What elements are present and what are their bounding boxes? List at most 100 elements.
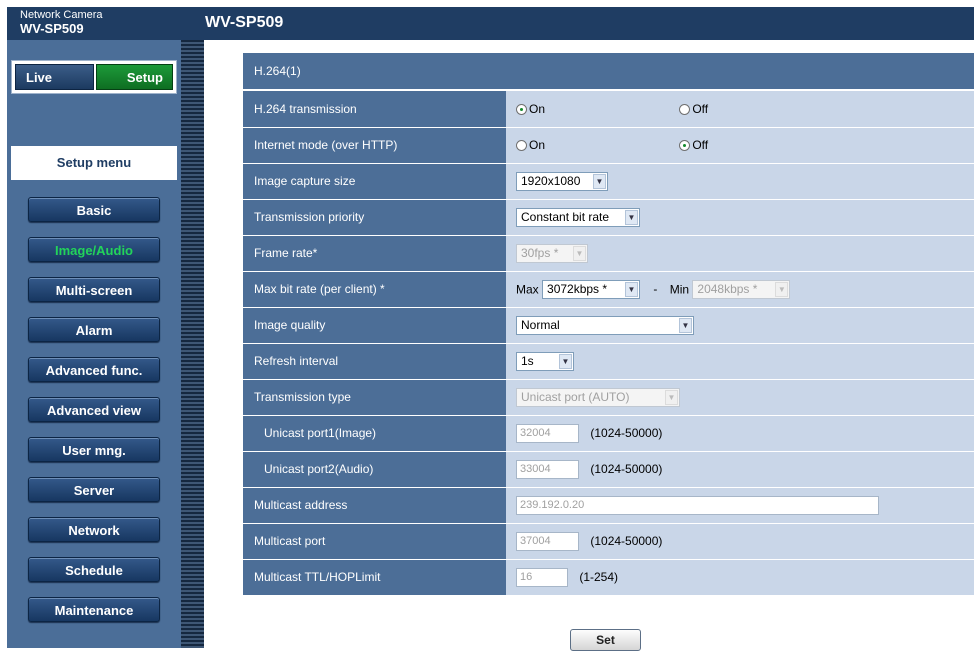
internet-mode-on-radio[interactable]: On bbox=[516, 138, 676, 152]
unicast-port2-input[interactable]: 33004 bbox=[516, 459, 579, 479]
row-value: 239.192.0.20 bbox=[506, 487, 974, 524]
row-label: Transmission priority bbox=[243, 199, 506, 236]
min-label: Min bbox=[669, 282, 690, 296]
menu-image-audio-button[interactable]: Image/Audio bbox=[28, 237, 160, 262]
settings-table: H.264 transmission On Off Internet mode … bbox=[243, 91, 974, 596]
chevron-down-icon: ▼ bbox=[665, 389, 678, 405]
range-hint: (1024-50000) bbox=[590, 462, 663, 476]
radio-checked-icon bbox=[516, 104, 527, 116]
mode-switch: Live Setup bbox=[11, 60, 177, 94]
row-value: 37004 (1024-50000) bbox=[506, 523, 974, 560]
menu-network-button[interactable]: Network bbox=[28, 517, 160, 542]
table-row: Unicast port2(Audio) 33004 (1024-50000) bbox=[243, 451, 974, 488]
table-row: H.264 transmission On Off bbox=[243, 91, 974, 128]
table-row: Unicast port1(Image) 32004 (1024-50000) bbox=[243, 415, 974, 452]
row-value: 1s ▼ bbox=[506, 343, 974, 380]
radio-unchecked-icon bbox=[516, 140, 527, 152]
brand-model: WV-SP509 bbox=[20, 21, 84, 36]
row-value: Normal ▼ bbox=[506, 307, 974, 344]
row-label: Transmission type bbox=[243, 379, 506, 416]
h264-on-radio[interactable]: On bbox=[516, 102, 676, 116]
table-row: Transmission priority Constant bit rate … bbox=[243, 199, 974, 236]
gutter bbox=[204, 40, 213, 648]
menu-server-button[interactable]: Server bbox=[28, 477, 160, 502]
max-label: Max bbox=[516, 282, 539, 296]
menu-basic-button[interactable]: Basic bbox=[28, 197, 160, 222]
setup-button[interactable]: Setup bbox=[96, 64, 173, 90]
chevron-down-icon: ▼ bbox=[573, 245, 586, 261]
row-label: Image quality bbox=[243, 307, 506, 344]
max-bit-rate-select[interactable]: 3072kbps * ▼ bbox=[542, 279, 641, 299]
h264-off-radio[interactable]: Off bbox=[679, 102, 708, 116]
row-value: 30fps * ▼ bbox=[506, 235, 974, 272]
row-value: On Off bbox=[506, 127, 974, 164]
refresh-interval-select[interactable]: 1s ▼ bbox=[516, 351, 574, 371]
table-row: Multicast TTL/HOPLimit 16 (1-254) bbox=[243, 559, 974, 596]
table-row: Multicast port 37004 (1024-50000) bbox=[243, 523, 974, 560]
transmission-priority-select[interactable]: Constant bit rate ▼ bbox=[516, 207, 640, 227]
row-value: 33004 (1024-50000) bbox=[506, 451, 974, 488]
row-value: Constant bit rate ▼ bbox=[506, 199, 974, 236]
row-label: Unicast port2(Audio) bbox=[243, 451, 506, 488]
page-title: WV-SP509 bbox=[205, 14, 284, 31]
setup-menu-heading: Setup menu bbox=[11, 146, 177, 180]
live-button[interactable]: Live bbox=[15, 64, 94, 90]
row-label: Refresh interval bbox=[243, 343, 506, 380]
menu-user-mng-button[interactable]: User mng. bbox=[28, 437, 160, 462]
row-label: Multicast address bbox=[243, 487, 506, 524]
row-value: 16 (1-254) bbox=[506, 559, 974, 596]
row-label: Multicast port bbox=[243, 523, 506, 560]
main-panel: H.264(1) H.264 transmission On Off Inter… bbox=[213, 40, 974, 651]
row-label: Internet mode (over HTTP) bbox=[243, 127, 506, 164]
frame-rate-select: 30fps * ▼ bbox=[516, 243, 588, 263]
internet-mode-off-radio[interactable]: Off bbox=[679, 138, 708, 152]
table-row: Multicast address 239.192.0.20 bbox=[243, 487, 974, 524]
radio-checked-icon bbox=[679, 140, 691, 152]
section-header: H.264(1) bbox=[243, 53, 974, 89]
chevron-down-icon: ▼ bbox=[625, 209, 638, 225]
table-row: Transmission type Unicast port (AUTO) ▼ bbox=[243, 379, 974, 416]
table-row: Image capture size 1920x1080 ▼ bbox=[243, 163, 974, 200]
image-quality-select[interactable]: Normal ▼ bbox=[516, 315, 694, 335]
menu-advanced-func-button[interactable]: Advanced func. bbox=[28, 357, 160, 382]
range-hint: (1024-50000) bbox=[590, 534, 663, 548]
transmission-type-select: Unicast port (AUTO) ▼ bbox=[516, 387, 680, 407]
brand-caption: Network Camera bbox=[20, 9, 103, 21]
chevron-down-icon: ▼ bbox=[593, 173, 606, 189]
range-hint: (1024-50000) bbox=[590, 426, 663, 440]
row-value: 32004 (1024-50000) bbox=[506, 415, 974, 452]
chevron-down-icon: ▼ bbox=[775, 281, 789, 297]
row-label: Frame rate* bbox=[243, 235, 506, 272]
unicast-port1-input[interactable]: 32004 bbox=[516, 423, 579, 443]
row-value: On Off bbox=[506, 91, 974, 128]
menu-alarm-button[interactable]: Alarm bbox=[28, 317, 160, 342]
top-header: Network Camera WV-SP509 WV-SP509 bbox=[7, 7, 974, 40]
image-capture-size-select[interactable]: 1920x1080 ▼ bbox=[516, 171, 608, 191]
multicast-address-input[interactable]: 239.192.0.20 bbox=[516, 495, 879, 515]
radio-unchecked-icon bbox=[679, 104, 691, 116]
chevron-down-icon: ▼ bbox=[559, 353, 572, 369]
menu-multi-screen-button[interactable]: Multi-screen bbox=[28, 277, 160, 302]
row-label: Image capture size bbox=[243, 163, 506, 200]
multicast-port-input[interactable]: 37004 bbox=[516, 531, 579, 551]
row-value: 1920x1080 ▼ bbox=[506, 163, 974, 200]
row-label: H.264 transmission bbox=[243, 91, 506, 128]
multicast-ttl-input[interactable]: 16 bbox=[516, 567, 568, 587]
row-label: Unicast port1(Image) bbox=[243, 415, 506, 452]
row-value: Unicast port (AUTO) ▼ bbox=[506, 379, 974, 416]
table-row: Internet mode (over HTTP) On Off bbox=[243, 127, 974, 164]
table-row: Refresh interval 1s ▼ bbox=[243, 343, 974, 380]
range-separator: - bbox=[653, 282, 658, 296]
menu-advanced-view-button[interactable]: Advanced view bbox=[28, 397, 160, 422]
table-row: Frame rate* 30fps * ▼ bbox=[243, 235, 974, 272]
min-bit-rate-select: 2048kbps * ▼ bbox=[692, 279, 791, 299]
chevron-down-icon: ▼ bbox=[679, 317, 692, 333]
table-row: Image quality Normal ▼ bbox=[243, 307, 974, 344]
row-value: Max 3072kbps * ▼ - Min 2048kbps * ▼ bbox=[506, 271, 974, 308]
row-label: Multicast TTL/HOPLimit bbox=[243, 559, 506, 596]
chevron-down-icon: ▼ bbox=[625, 281, 639, 297]
menu-schedule-button[interactable]: Schedule bbox=[28, 557, 160, 582]
range-hint: (1-254) bbox=[579, 570, 619, 584]
striped-divider bbox=[181, 40, 204, 648]
menu-maintenance-button[interactable]: Maintenance bbox=[28, 597, 160, 622]
